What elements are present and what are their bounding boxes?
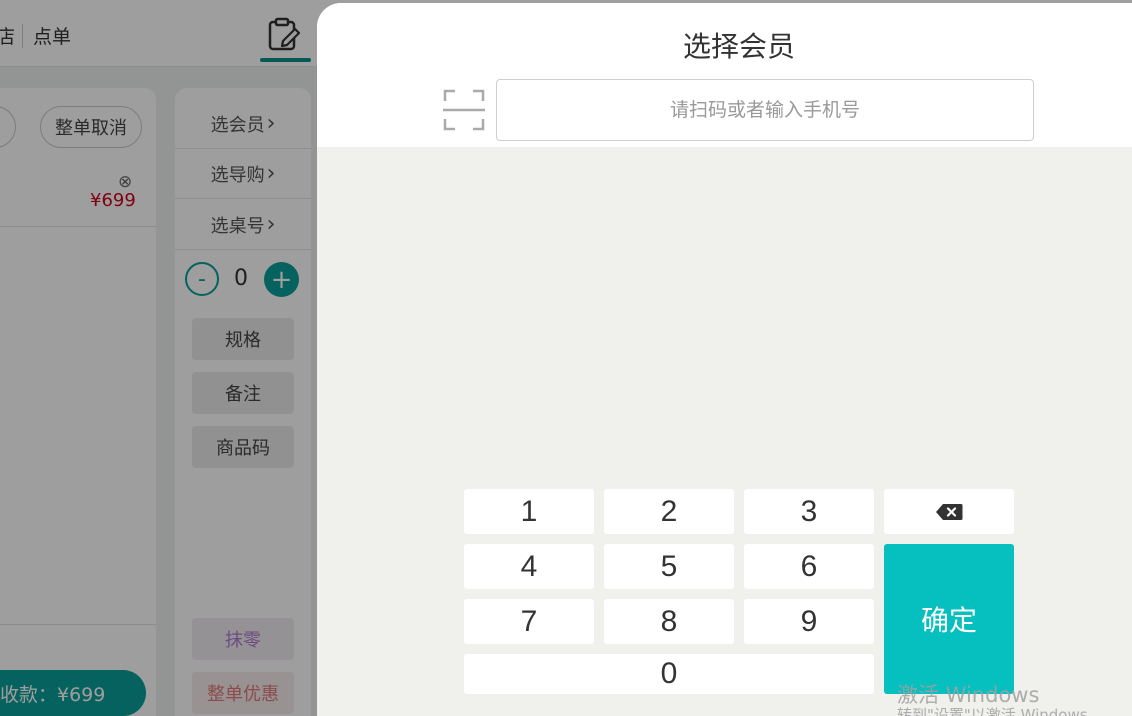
key-0[interactable]: 0 xyxy=(464,654,874,694)
key-4[interactable]: 4 xyxy=(464,544,594,589)
key-3[interactable]: 3 xyxy=(744,489,874,534)
confirm-button[interactable]: 确定 xyxy=(884,544,1014,694)
key-6[interactable]: 6 xyxy=(744,544,874,589)
key-9[interactable]: 9 xyxy=(744,599,874,644)
activation-watermark-hint: 转到"设置"以激活 Windows。 xyxy=(897,706,1103,716)
key-2[interactable]: 2 xyxy=(604,489,734,534)
key-7[interactable]: 7 xyxy=(464,599,594,644)
select-member-drawer: 选择会员 1 2 3 4 5 6 7 8 9 0 确定 激活 Windows 转… xyxy=(317,3,1132,716)
key-8[interactable]: 8 xyxy=(604,599,734,644)
key-5[interactable]: 5 xyxy=(604,544,734,589)
phone-search-input[interactable] xyxy=(496,79,1034,141)
backspace-icon xyxy=(935,495,963,529)
key-1[interactable]: 1 xyxy=(464,489,594,534)
backspace-key[interactable] xyxy=(884,489,1014,534)
drawer-header: 选择会员 xyxy=(317,3,1132,147)
drawer-title: 选择会员 xyxy=(682,30,795,63)
scan-icon[interactable] xyxy=(443,89,485,131)
